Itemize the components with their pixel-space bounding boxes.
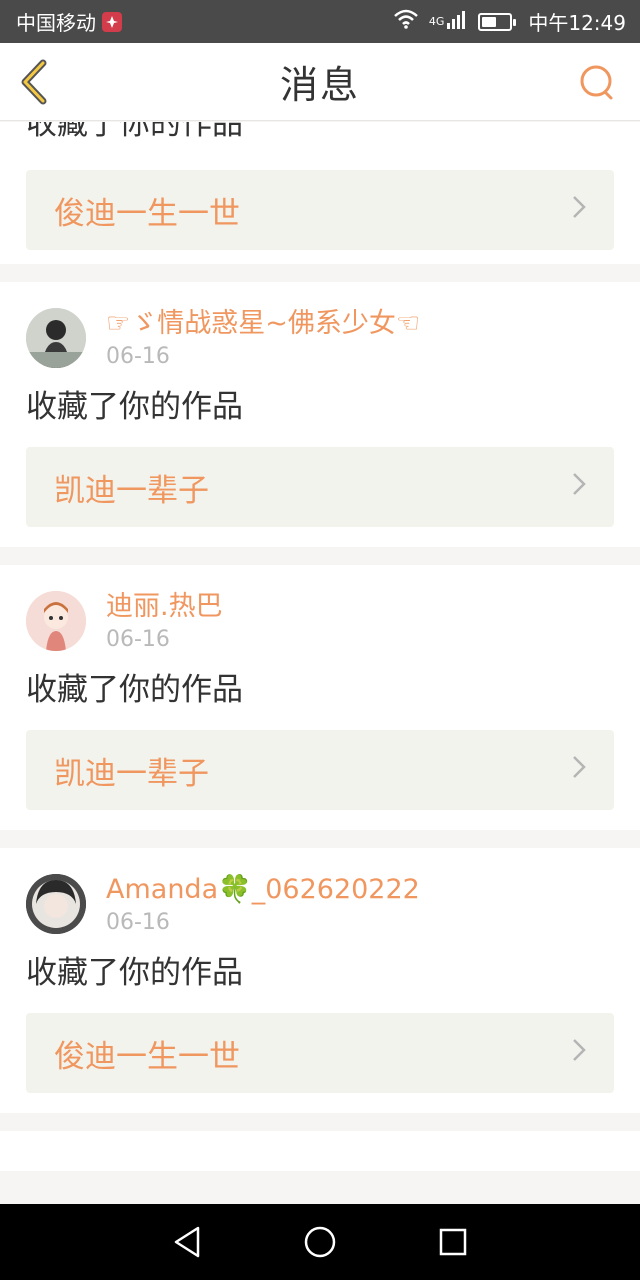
chevron-right-icon [572, 195, 586, 226]
page-title: 消息 [279, 63, 360, 107]
user-row: ☞ゞ情战惑星~佛系少女☜ 06-16 [26, 282, 614, 369]
carrier-app-icon [102, 11, 122, 32]
action-text: 收藏了你的作品 [26, 122, 243, 142]
card-padding [26, 527, 614, 547]
status-left: 中国移动 [16, 7, 122, 36]
work-link[interactable]: 俊迪一生一世 [26, 170, 614, 250]
search-button[interactable] [578, 63, 618, 103]
work-link[interactable]: 凯迪一辈子 [26, 447, 614, 527]
carrier-name: 中国移动 [16, 11, 96, 35]
work-title: 俊迪一生一世 [54, 195, 240, 232]
chevron-right-icon [572, 472, 586, 503]
chevron-right-icon [572, 755, 586, 786]
wifi-icon [393, 9, 419, 34]
signal-icon [446, 9, 468, 34]
username[interactable]: Amanda🍀_062620222 [106, 874, 420, 906]
message-list[interactable]: 收藏了你的作品 俊迪一生一世 ☞ゞ情战惑星~佛系少女☜ 06-16 收藏了你的作… [0, 122, 640, 1204]
date: 06-16 [106, 344, 170, 369]
user-meta: 迪丽.热巴 06-16 [106, 591, 223, 652]
back-button[interactable] [14, 58, 54, 106]
work-title: 凯迪一辈子 [54, 472, 209, 509]
status-bar: 中国移动 4G 中午12:49 [0, 0, 640, 43]
nav-home-button[interactable] [296, 1218, 344, 1266]
clock: 中午12:49 [528, 11, 626, 35]
notification-card: 收藏了你的作品 俊迪一生一世 [0, 122, 640, 264]
work-title: 凯迪一辈子 [54, 755, 209, 792]
chevron-left-icon [21, 59, 47, 105]
notification-card [0, 1131, 640, 1171]
notification-card: 迪丽.热巴 06-16 收藏了你的作品 凯迪一辈子 [0, 565, 640, 830]
nav-back-button[interactable] [163, 1218, 211, 1266]
network-type: 4G [428, 15, 445, 28]
date: 06-16 [106, 627, 170, 652]
search-icon [580, 65, 613, 100]
system-nav-bar [0, 1204, 640, 1280]
nav-recents-button[interactable] [429, 1218, 477, 1266]
user-avatar-icon[interactable] [26, 308, 86, 368]
user-meta: Amanda🍀_062620222 06-16 [106, 874, 420, 935]
username[interactable]: ☞ゞ情战惑星~佛系少女☜ [106, 308, 420, 340]
action-text: 收藏了你的作品 [26, 672, 243, 708]
user-avatar-icon[interactable] [26, 874, 86, 934]
chevron-right-icon [572, 1038, 586, 1069]
user-row: 迪丽.热巴 06-16 [26, 565, 614, 652]
user-row: Amanda🍀_062620222 06-16 [26, 848, 614, 935]
status-right: 4G 中午12:49 [393, 7, 626, 36]
action-text: 收藏了你的作品 [26, 389, 243, 425]
square-recents-icon [440, 1228, 467, 1256]
work-link[interactable]: 凯迪一辈子 [26, 730, 614, 810]
work-link[interactable]: 俊迪一生一世 [26, 1013, 614, 1093]
notification-card: ☞ゞ情战惑星~佛系少女☜ 06-16 收藏了你的作品 凯迪一辈子 [0, 282, 640, 547]
username[interactable]: 迪丽.热巴 [106, 591, 223, 623]
triangle-back-icon [174, 1226, 199, 1258]
battery-icon [478, 12, 517, 31]
card-padding [26, 810, 614, 830]
user-meta: ☞ゞ情战惑星~佛系少女☜ 06-16 [106, 308, 420, 369]
notification-card: Amanda🍀_062620222 06-16 收藏了你的作品 俊迪一生一世 [0, 848, 640, 1113]
battery-fill [482, 16, 497, 27]
work-title: 俊迪一生一世 [54, 1038, 240, 1075]
action-text: 收藏了你的作品 [26, 955, 243, 991]
user-avatar-icon[interactable] [26, 591, 86, 651]
app-header: 消息 [0, 43, 640, 121]
card-padding [26, 1093, 614, 1113]
date: 06-16 [106, 910, 170, 935]
circle-home-icon [304, 1226, 336, 1258]
